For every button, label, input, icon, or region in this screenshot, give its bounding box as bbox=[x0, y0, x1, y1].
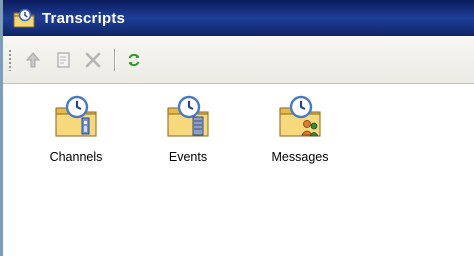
events-item[interactable]: Events bbox=[143, 94, 233, 164]
properties-page-icon bbox=[57, 51, 70, 68]
up-button[interactable] bbox=[20, 47, 46, 73]
toolbar-separator bbox=[114, 48, 115, 71]
events-folder-icon bbox=[167, 95, 209, 137]
transcripts-window: Transcripts Channels Events Messages bbox=[0, 0, 474, 256]
window-title: Transcripts bbox=[42, 9, 126, 27]
properties-button[interactable] bbox=[50, 47, 76, 73]
events-label: Events bbox=[168, 150, 208, 164]
channels-folder-icon bbox=[55, 95, 97, 137]
toolbar-grip[interactable] bbox=[8, 48, 12, 71]
channels-label: Channels bbox=[49, 150, 103, 164]
messages-item[interactable]: Messages bbox=[255, 94, 345, 164]
refresh-button[interactable] bbox=[121, 47, 147, 73]
delete-x-icon bbox=[85, 52, 101, 67]
messages-label: Messages bbox=[271, 150, 329, 164]
transcripts-folder-icon bbox=[13, 8, 35, 28]
delete-button[interactable] bbox=[80, 47, 106, 73]
toolbar bbox=[3, 36, 474, 84]
channels-item[interactable]: Channels bbox=[31, 94, 121, 164]
items-view: Channels Events Messages bbox=[3, 84, 474, 256]
title-bar[interactable]: Transcripts bbox=[3, 0, 474, 36]
messages-folder-icon bbox=[279, 95, 321, 137]
up-arrow-icon bbox=[25, 51, 41, 67]
refresh-icon bbox=[128, 53, 140, 66]
